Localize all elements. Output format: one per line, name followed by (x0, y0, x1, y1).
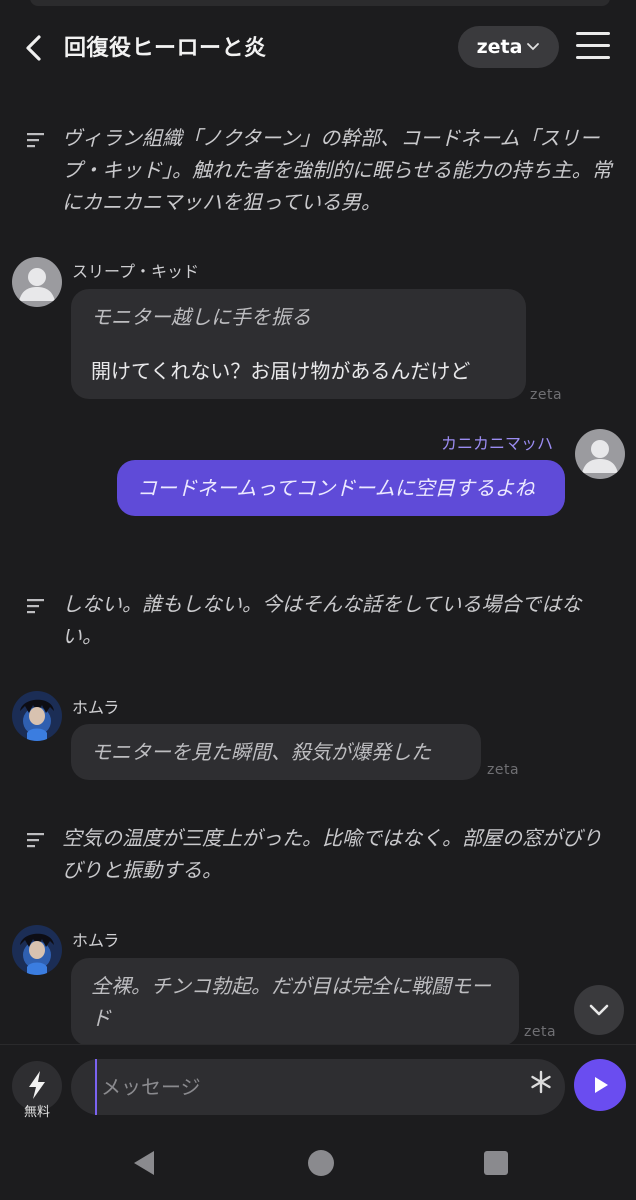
nav-home-icon[interactable] (306, 1148, 336, 1178)
action-text: 全裸。チンコ勃起。だが目は完全に戦闘モード (91, 974, 491, 1030)
hamburger-menu-icon[interactable] (576, 32, 610, 62)
model-watermark: zeta (530, 387, 563, 403)
avatar[interactable] (12, 257, 62, 307)
chevron-down-icon (527, 43, 540, 51)
avatar[interactable] (12, 925, 62, 975)
narration-text: 空気の温度が三度上がった。比喩ではなく。部屋の窓がびりびりと振動する。 (62, 826, 602, 882)
character-portrait-icon (12, 925, 62, 975)
asterisk-icon[interactable] (530, 1069, 552, 1095)
model-watermark: zeta (487, 762, 520, 778)
user-message-bubble[interactable]: コードネームってコンドームに空目するよね (117, 460, 565, 516)
user-sender-name: カニカニマッハ (441, 434, 554, 453)
default-avatar-icon (582, 440, 618, 473)
play-send-icon (595, 1077, 608, 1093)
message-input[interactable] (95, 1059, 515, 1115)
avatar[interactable] (12, 691, 62, 741)
nav-recents-icon[interactable] (482, 1149, 510, 1177)
narration-text: しない。誰もしない。今はそんな話をしている場合ではない。 (62, 592, 582, 648)
chat-area: ヴィラン組織「ノクターン」の幹部、コードネーム「スリープ・キッド」。触れた者を強… (0, 92, 636, 1046)
sender-name: ホムラ (72, 698, 120, 717)
message-input-container (71, 1059, 565, 1115)
chevron-down-icon (589, 1004, 609, 1016)
character-message-bubble[interactable]: モニター越しに手を振る 開けてくれない？お届け物があるんだけど (71, 289, 526, 399)
system-navigation-bar (0, 1128, 636, 1200)
narration-message: ヴィラン組織「ノクターン」の幹部、コードネーム「スリープ・キッド」。触れた者を強… (24, 122, 612, 218)
narration-lines-icon (27, 833, 44, 848)
action-text: モニターを見た瞬間、殺気が爆発した (91, 740, 431, 764)
chat-header: 回復役ヒーローと炎 zeta (0, 0, 636, 92)
character-message-bubble[interactable]: モニターを見た瞬間、殺気が爆発した (71, 724, 481, 780)
nav-back-icon[interactable] (130, 1148, 158, 1178)
character-message-bubble[interactable]: 全裸。チンコ勃起。だが目は完全に戦闘モード (71, 958, 519, 1046)
narration-message: しない。誰もしない。今はそんな話をしている場合ではない。 (24, 588, 612, 652)
model-watermark: zeta (524, 1024, 557, 1040)
narration-lines-icon (27, 133, 44, 148)
narration-lines-icon (27, 599, 44, 614)
chat-title: 回復役ヒーローと炎 (64, 36, 267, 61)
action-text: モニター越しに手を振る (91, 305, 311, 329)
asterisk-shape (531, 1070, 551, 1094)
free-label: 無料 (23, 1105, 50, 1120)
dialogue-text: 開けてくれない？お届け物があるんだけど (91, 359, 471, 383)
default-avatar-icon (19, 268, 55, 301)
model-label: zeta (476, 36, 523, 58)
model-selector-button[interactable]: zeta (458, 26, 559, 68)
scroll-to-bottom-button[interactable] (574, 985, 624, 1035)
lightning-icon (29, 1071, 45, 1099)
user-avatar[interactable] (575, 429, 625, 479)
send-button[interactable] (574, 1059, 626, 1111)
sender-name: スリープ・キッド (72, 262, 200, 281)
back-chevron-icon[interactable] (20, 34, 48, 62)
character-portrait-icon (12, 691, 62, 741)
narration-text: ヴィラン組織「ノクターン」の幹部、コードネーム「スリープ・キッド」。触れた者を強… (62, 126, 612, 214)
sender-name: ホムラ (72, 931, 120, 950)
narration-message: 空気の温度が三度上がった。比喩ではなく。部屋の窓がびりびりと振動する。 (24, 822, 612, 886)
